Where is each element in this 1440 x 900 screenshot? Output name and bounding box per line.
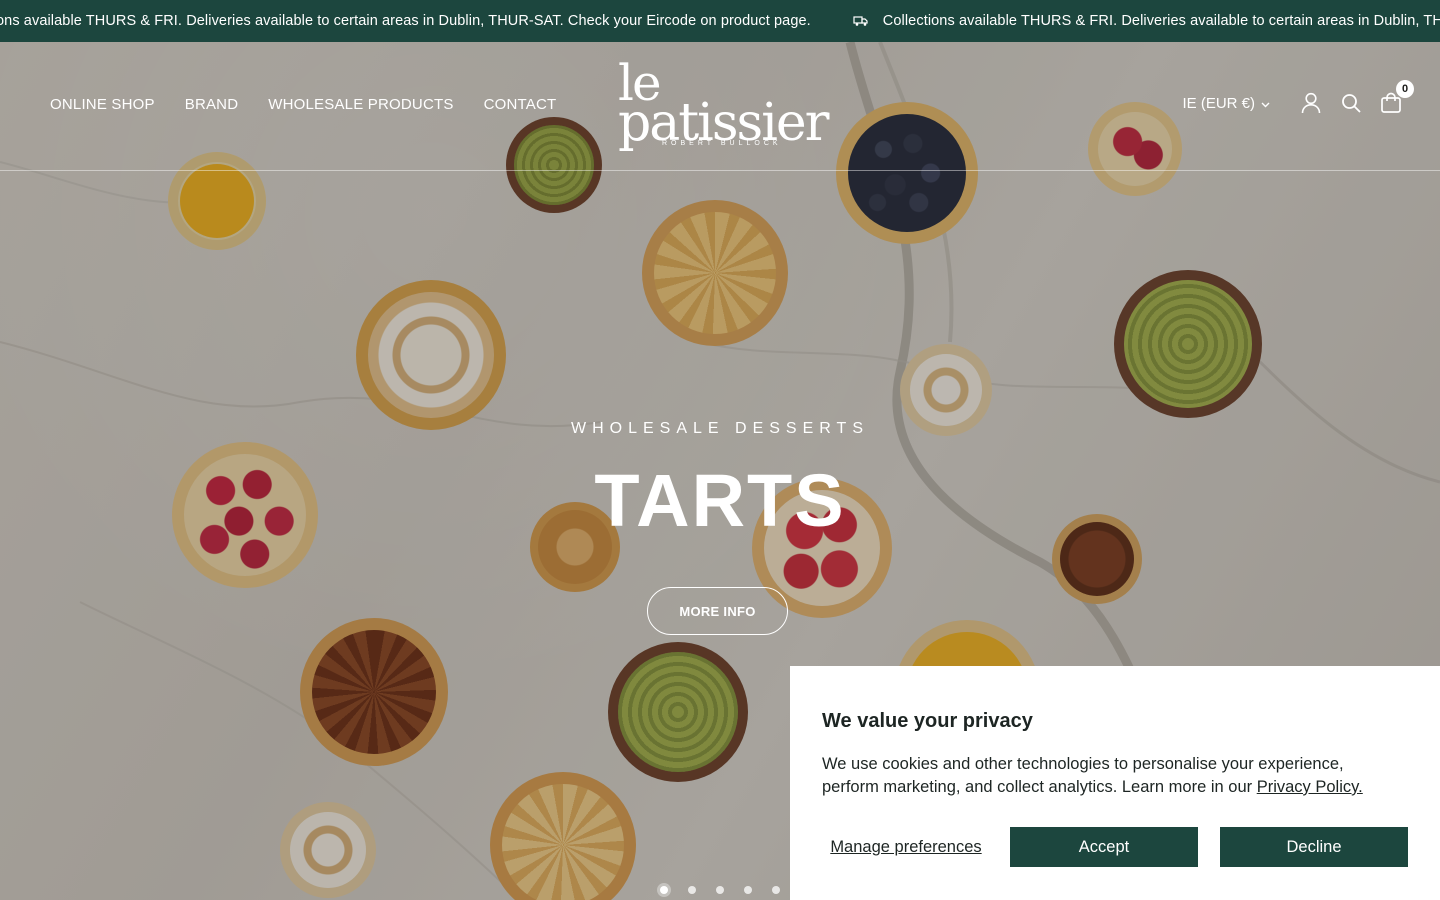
logo-subtitle: ROBERT BULLOCK xyxy=(662,140,782,147)
currency-selector[interactable]: IE (EUR €) xyxy=(1182,95,1270,112)
manage-preferences-link[interactable]: Manage preferences xyxy=(822,838,990,857)
header-actions: IE (EUR €) 0 xyxy=(1182,80,1414,114)
announcement-text-repeat: Collections available THURS & FRI. Deliv… xyxy=(882,13,1440,29)
nav-wholesale-products[interactable]: WHOLESALE PRODUCTS xyxy=(268,96,453,113)
cart-count-badge: 0 xyxy=(1396,80,1414,98)
decline-button[interactable]: Decline xyxy=(1220,827,1408,867)
accept-button[interactable]: Accept xyxy=(1010,827,1198,867)
slider-pagination xyxy=(660,886,780,894)
announcement-bar: ons available THURS & FRI. Deliveries av… xyxy=(0,0,1440,42)
currency-label: IE (EUR €) xyxy=(1182,94,1255,112)
slide-dot-4[interactable] xyxy=(744,886,752,894)
cookie-banner: We value your privacy We use cookies and… xyxy=(790,666,1440,900)
announcement-track: ons available THURS & FRI. Deliveries av… xyxy=(0,0,1440,42)
search-icon[interactable] xyxy=(1340,92,1362,114)
nav-online-shop[interactable]: ONLINE SHOP xyxy=(50,96,155,113)
cookie-title: We value your privacy xyxy=(822,710,1033,732)
logo-line-2: patissier xyxy=(618,93,829,153)
nav-brand[interactable]: BRAND xyxy=(185,96,239,113)
privacy-policy-link[interactable]: Privacy Policy. xyxy=(1257,778,1363,796)
slide-dot-1[interactable] xyxy=(660,886,668,894)
account-icon[interactable] xyxy=(1300,92,1322,114)
slide-dot-5[interactable] xyxy=(772,886,780,894)
cookie-actions: Manage preferences Accept Decline xyxy=(822,827,1408,867)
site-logo[interactable]: le patissier ROBERT BULLOCK xyxy=(618,58,829,153)
hero-subheading: WHOLESALE DESSERTS xyxy=(571,420,869,437)
slide-dot-3[interactable] xyxy=(716,886,724,894)
more-info-button[interactable]: MORE INFO xyxy=(647,587,788,635)
hero-title: TARTS xyxy=(594,459,846,542)
site-header: ONLINE SHOP BRAND WHOLESALE PRODUCTS CON… xyxy=(0,42,1440,171)
main-nav: ONLINE SHOP BRAND WHOLESALE PRODUCTS CON… xyxy=(50,96,556,113)
chevron-down-icon xyxy=(1261,95,1270,112)
cart-icon[interactable]: 0 xyxy=(1380,80,1414,114)
truck-icon xyxy=(853,15,869,27)
nav-contact[interactable]: CONTACT xyxy=(484,96,557,113)
cookie-body: We use cookies and other technologies to… xyxy=(822,753,1392,799)
announcement-text: ons available THURS & FRI. Deliveries av… xyxy=(0,13,811,29)
slide-dot-2[interactable] xyxy=(688,886,696,894)
